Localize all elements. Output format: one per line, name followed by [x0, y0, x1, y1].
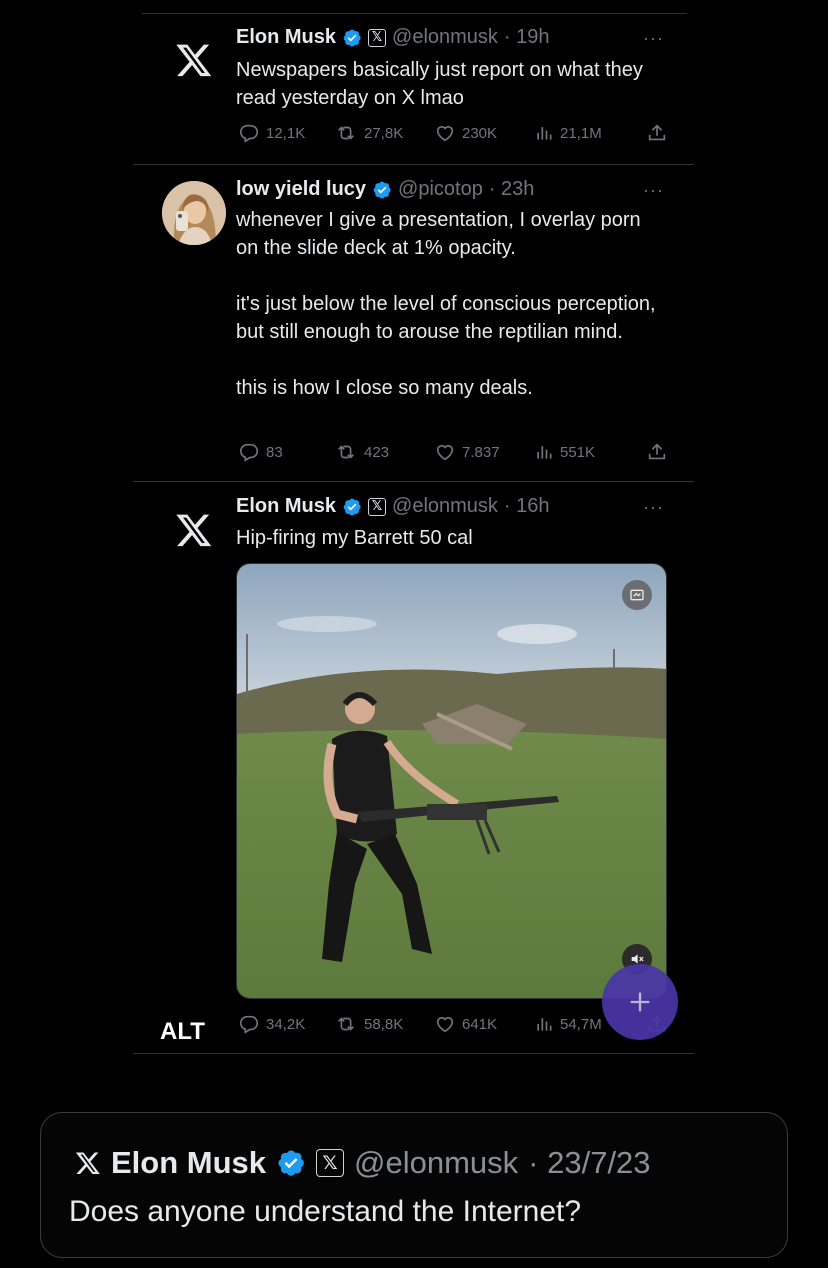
x-affiliate-badge-icon: 𝕏 — [368, 497, 387, 516]
like-icon — [436, 126, 454, 142]
author-handle[interactable]: @elonmusk — [392, 26, 498, 49]
repost-button[interactable]: 423 — [334, 441, 434, 463]
x-logo-icon — [75, 1150, 101, 1176]
video-frame — [237, 564, 666, 998]
share-icon — [648, 443, 666, 460]
tweet-actions: 12,1K 27,8K 230K 21,1M — [238, 122, 668, 144]
reply-count: 83 — [266, 443, 283, 461]
views-button[interactable]: 21,1M — [534, 123, 646, 143]
tweet-video[interactable] — [236, 563, 667, 999]
share-icon — [648, 124, 666, 141]
reply-icon — [239, 1015, 259, 1034]
author-handle[interactable]: @picotop — [398, 178, 483, 201]
divider — [133, 164, 694, 165]
repost-button[interactable]: 58,8K — [334, 1013, 434, 1035]
verified-badge-icon — [342, 28, 362, 48]
tweet-actions: 83 423 7.837 551K — [238, 441, 668, 463]
verified-badge-icon — [276, 1148, 306, 1178]
x-affiliate-badge-icon: 𝕏 — [368, 28, 387, 47]
reply-icon — [239, 443, 259, 462]
author-handle[interactable]: @elonmusk — [354, 1145, 518, 1181]
views-button[interactable]: 551K — [534, 442, 646, 462]
views-icon — [537, 446, 552, 459]
share-button[interactable] — [646, 441, 668, 463]
like-icon — [436, 445, 454, 461]
reply-button[interactable]: 12,1K — [238, 122, 334, 144]
author-name[interactable]: Elon Musk — [111, 1145, 266, 1181]
tweet-time: · 16h — [503, 495, 550, 517]
quoted-tweet[interactable]: Elon Musk 𝕏 @elonmusk · 23/7/23 Does any… — [40, 1112, 788, 1258]
share-button[interactable] — [646, 122, 668, 144]
tweet-text: Hip-firing my Barrett 50 cal — [236, 527, 473, 549]
repost-icon — [338, 445, 354, 459]
author-handle[interactable]: @elonmusk — [392, 495, 498, 518]
reply-icon — [239, 124, 259, 143]
tweet-time: · 23h — [488, 178, 535, 200]
gif-icon[interactable] — [622, 580, 652, 610]
plus-icon — [630, 992, 650, 1012]
repost-count: 423 — [364, 443, 390, 461]
reply-count: 34,2K — [266, 1015, 306, 1033]
like-button[interactable]: 641K — [434, 1013, 534, 1035]
compose-button[interactable] — [602, 964, 678, 1040]
views-count: 21,1M — [560, 124, 602, 142]
verified-badge-icon — [372, 180, 392, 200]
like-count: 7.837 — [462, 443, 500, 461]
tweet-header: Elon Musk 𝕏 @elonmusk · 19h — [236, 26, 550, 49]
reply-button[interactable]: 83 — [238, 441, 334, 463]
quote-text: Does anyone understand the Internet? — [69, 1195, 582, 1228]
tweet-header: low yield lucy @picotop · 23h — [236, 178, 534, 201]
avatar[interactable] — [162, 181, 226, 245]
x-affiliate-badge-icon: 𝕏 — [316, 1149, 345, 1177]
tweet-header: Elon Musk 𝕏 @elonmusk · 16h — [236, 495, 550, 518]
repost-count: 27,8K — [364, 124, 404, 142]
quote-header: Elon Musk 𝕏 @elonmusk · 23/7/23 — [75, 1145, 651, 1181]
repost-icon — [338, 1017, 354, 1031]
tweet-actions: 34,2K 58,8K 641K 54,7M — [238, 1013, 668, 1035]
reply-count: 12,1K — [266, 124, 306, 142]
views-icon — [537, 1018, 552, 1031]
like-count: 230K — [462, 124, 498, 142]
repost-icon — [338, 126, 354, 140]
alt-text-badge[interactable]: ALT — [160, 1018, 205, 1046]
x-logo-icon[interactable] — [162, 498, 226, 562]
author-name[interactable]: Elon Musk — [236, 26, 336, 49]
views-count: 551K — [560, 443, 596, 461]
views-icon — [537, 127, 552, 140]
author-name[interactable]: low yield lucy — [236, 178, 366, 201]
tweet-text: Newspapers basically just report on what… — [236, 59, 643, 109]
repost-button[interactable]: 27,8K — [334, 122, 434, 144]
verified-badge-icon — [342, 497, 362, 517]
divider — [133, 481, 694, 482]
like-icon — [436, 1017, 454, 1033]
like-count: 641K — [462, 1015, 498, 1033]
author-name[interactable]: Elon Musk — [236, 495, 336, 518]
like-button[interactable]: 7.837 — [434, 441, 534, 463]
like-button[interactable]: 230K — [434, 122, 534, 144]
tweet-text: whenever I give a presentation, I overla… — [236, 209, 656, 399]
views-count: 54,7M — [560, 1015, 602, 1033]
reply-button[interactable]: 34,2K — [238, 1013, 334, 1035]
more-options-icon[interactable]: ··· — [643, 497, 664, 518]
more-options-icon[interactable]: ··· — [643, 180, 664, 201]
tweet-time: · 19h — [503, 26, 550, 48]
more-options-icon[interactable]: ··· — [643, 28, 664, 49]
tweet-date: · 23/7/23 — [528, 1145, 651, 1180]
divider — [133, 1053, 694, 1054]
divider — [142, 13, 687, 14]
repost-count: 58,8K — [364, 1015, 404, 1033]
x-logo-icon[interactable] — [162, 28, 226, 92]
